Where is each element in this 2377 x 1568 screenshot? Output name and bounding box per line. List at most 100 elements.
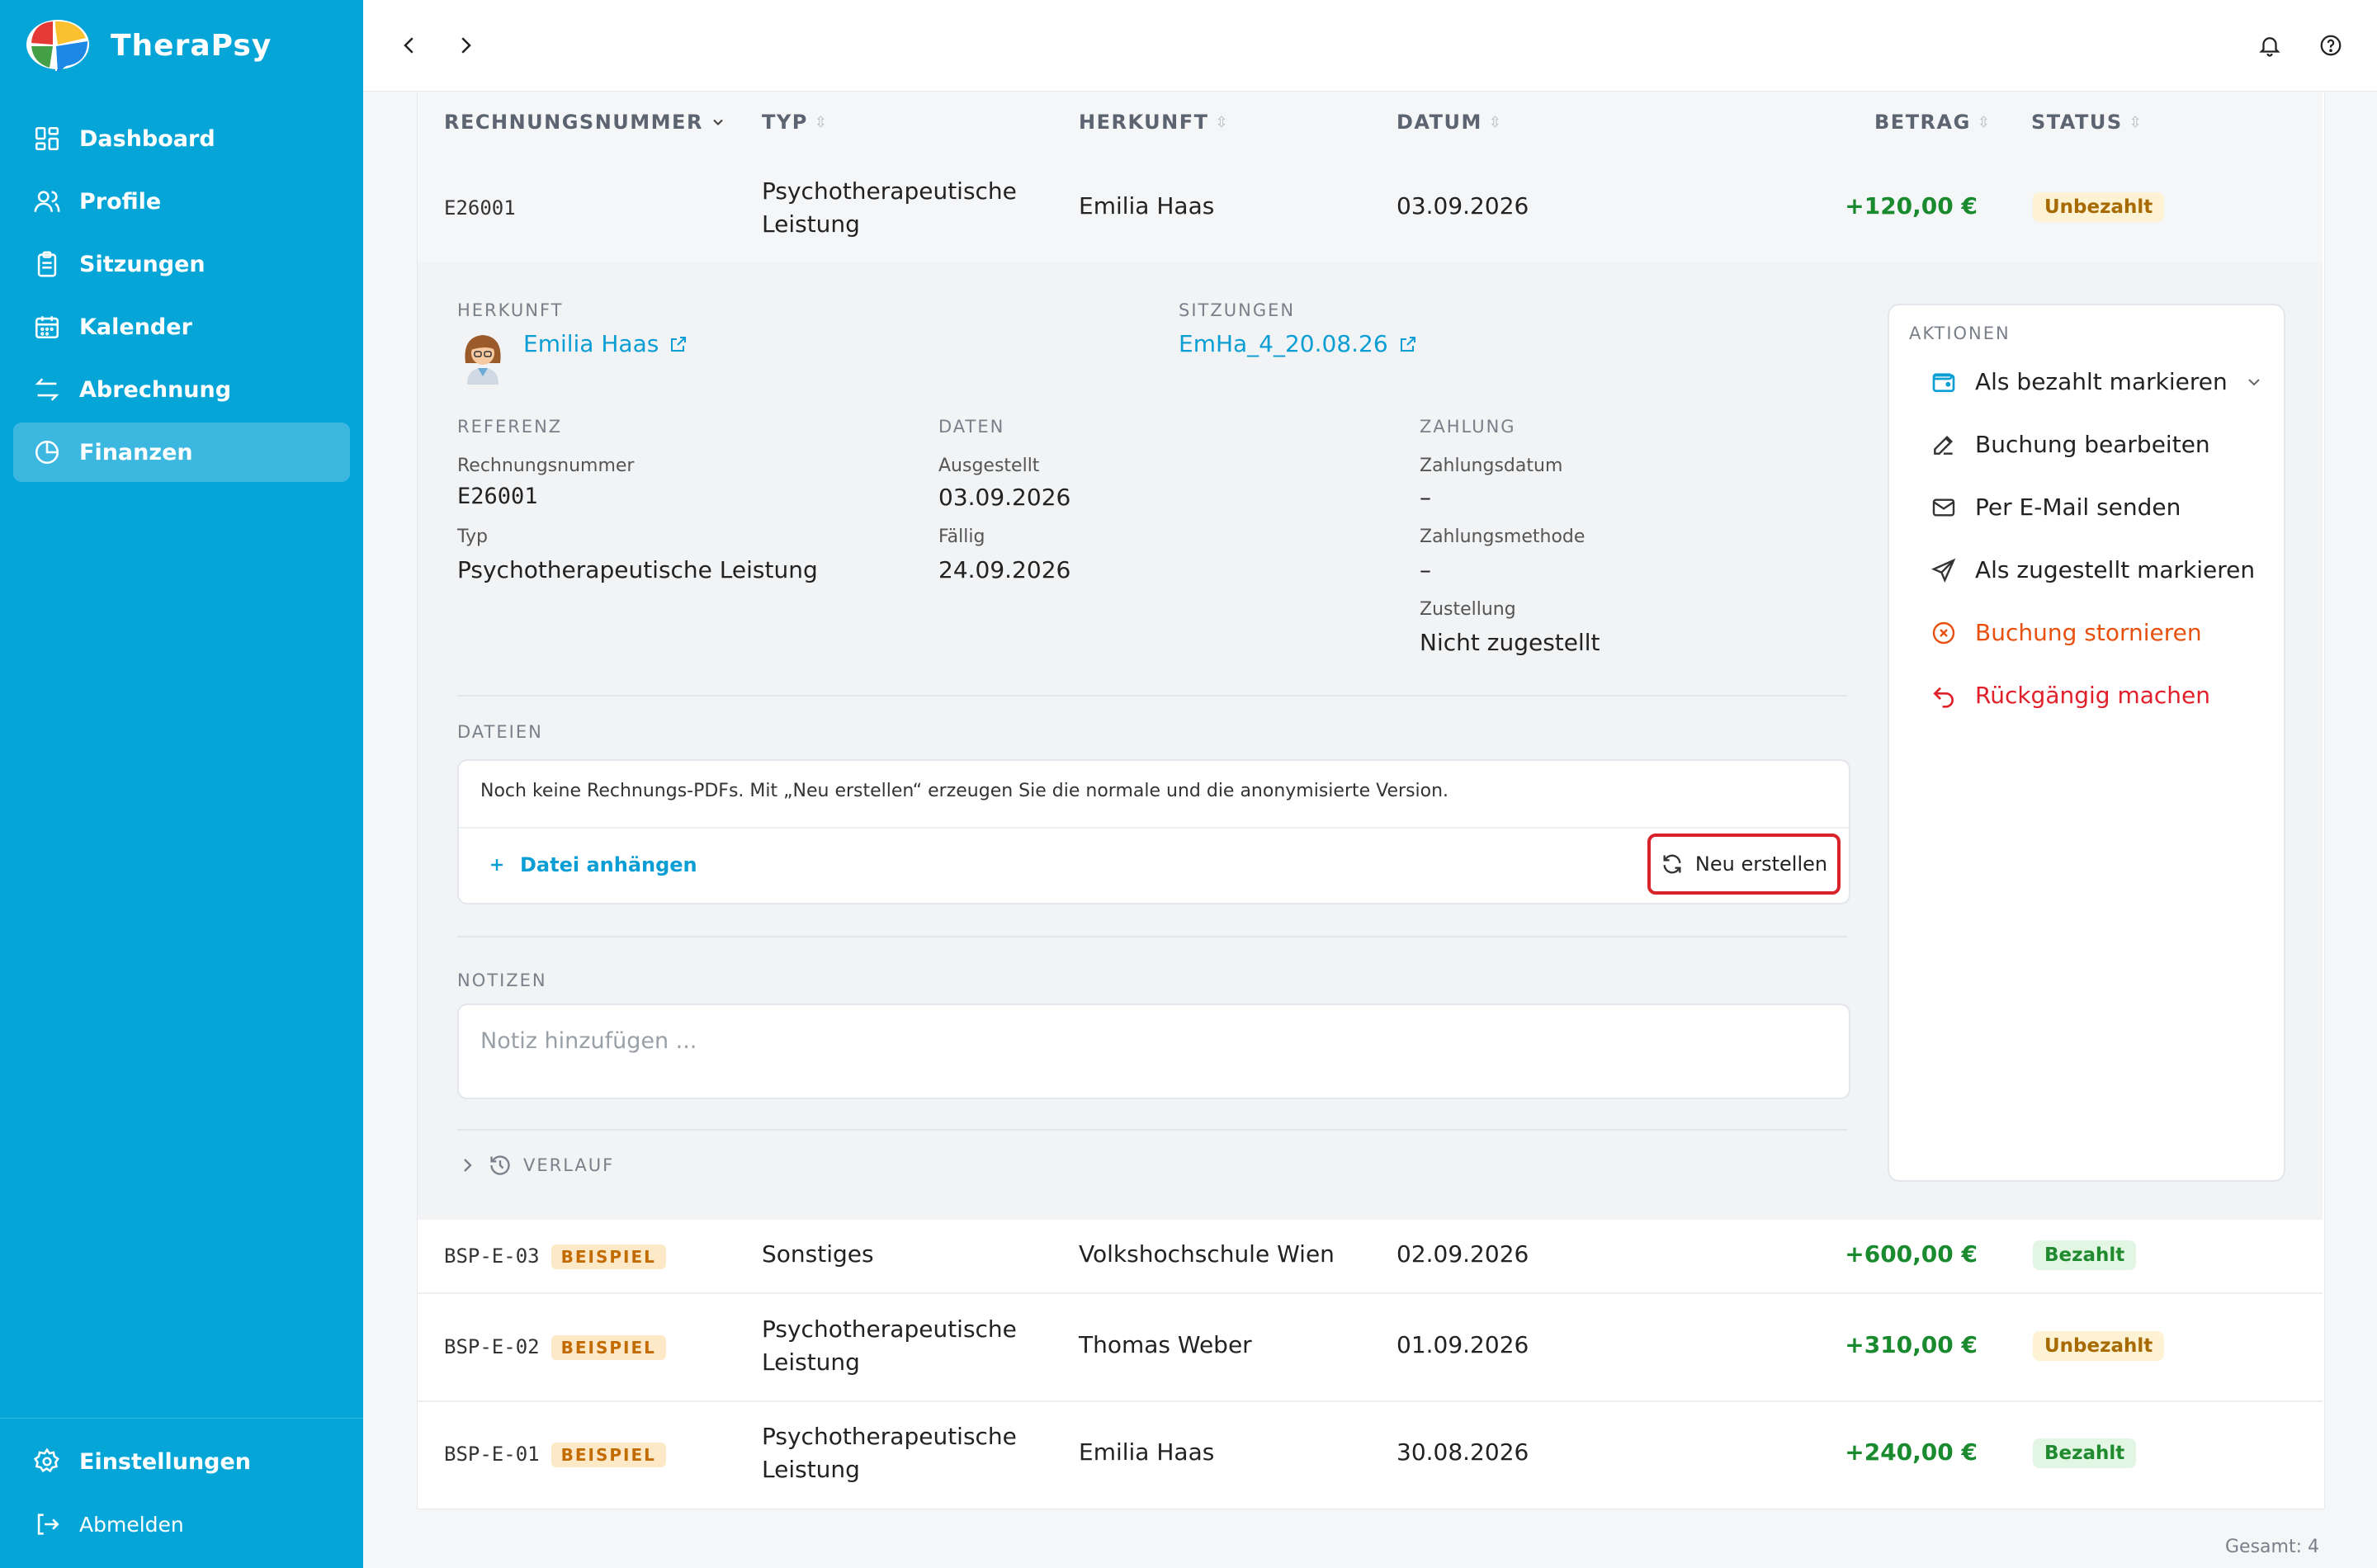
status-badge: Bezahlt <box>2033 1438 2137 1468</box>
status-badge: Unbezahlt <box>2033 1331 2165 1361</box>
external-link-icon <box>1400 336 1415 352</box>
send-email-button[interactable]: Per E-Mail senden <box>1930 494 2181 521</box>
verlauf-label: VERLAUF <box>523 1155 615 1175</box>
notes-input[interactable]: Notiz hinzufügen ... <box>457 1004 1850 1099</box>
app-logo[interactable]: TheraPsy <box>25 17 272 74</box>
sitzung-link[interactable]: EmHa_4_20.08.26 <box>1179 330 1418 357</box>
cancel-booking-button[interactable]: Buchung stornieren <box>1930 619 2202 646</box>
chevron-right-icon <box>461 37 471 54</box>
files-box: Noch keine Rechnungs-PDFs. Mit „Neu erst… <box>457 759 1850 904</box>
typ-line: Leistung <box>762 210 860 238</box>
typ-line: Psychotherapeutische <box>762 1315 1017 1343</box>
herkunft-name: Emilia Haas <box>523 330 659 357</box>
typ-line: Psychotherapeutische <box>762 1423 1017 1450</box>
users-icon <box>34 191 60 212</box>
herkunft-link[interactable]: Emilia Haas <box>523 330 688 357</box>
sidebar-item-einstellungen[interactable]: Einstellungen <box>13 1432 357 1491</box>
rechnungsnummer-value: E26001 <box>457 484 538 509</box>
verlauf-toggle[interactable]: VERLAUF <box>457 1154 614 1177</box>
column-header-rechnungsnummer[interactable]: RECHNUNGSNUMMER <box>444 111 726 134</box>
notifications-button[interactable] <box>2253 29 2286 62</box>
refresh-icon <box>1663 854 1681 874</box>
zahlungsdatum-value: – <box>1420 484 1431 511</box>
chevron-right-icon <box>464 1159 472 1172</box>
sidebar-item-label: Profile <box>79 188 162 215</box>
zahlungsmethode-value: – <box>1420 556 1431 583</box>
sidebar-item-finanzen[interactable]: Finanzen <box>13 423 350 482</box>
cell-typ: Psychotherapeutische Leistung <box>762 1420 1017 1486</box>
cell-herkunft: Emilia Haas <box>1079 1438 1215 1466</box>
cell-typ: Psychotherapeutische Leistung <box>762 175 1017 241</box>
chevron-down-icon[interactable] <box>2244 372 2264 392</box>
sidebar-item-label: Dashboard <box>79 125 215 152</box>
sidebar-item-label: Kalender <box>79 314 192 340</box>
zahlung-label: ZAHLUNG <box>1420 417 1516 437</box>
regenerate-label: Neu erstellen <box>1694 852 1828 876</box>
action-label: Buchung bearbeiten <box>1975 431 2210 458</box>
example-badge: BEISPIEL <box>551 1244 666 1269</box>
divider <box>459 827 1849 829</box>
notizen-label: NOTIZEN <box>457 971 547 990</box>
sidebar-item-kalender[interactable]: Kalender <box>13 297 350 357</box>
help-button[interactable] <box>2314 29 2347 62</box>
sidebar-item-sitzungen[interactable]: Sitzungen <box>13 234 350 294</box>
bell-icon <box>2259 37 2280 57</box>
history-icon <box>490 1155 510 1175</box>
undo-button[interactable]: Rückgängig machen <box>1930 682 2210 709</box>
cell-rechnungsnummer: BSP-E-01 BEISPIEL <box>444 1443 666 1467</box>
header-label: HERKUNFT <box>1079 111 1209 134</box>
forward-button[interactable] <box>449 29 482 62</box>
column-header-datum[interactable]: DATUM ⇳ <box>1396 111 1502 134</box>
sidebar-nav: Dashboard Profile Sitzungen Kalender Abr… <box>13 109 350 485</box>
clipboard-icon <box>37 251 57 277</box>
cell-herkunft: Thomas Weber <box>1079 1331 1252 1358</box>
mark-paid-button[interactable]: Als bezahlt markieren <box>1930 368 2261 395</box>
regenerate-button[interactable]: Neu erstellen <box>1647 834 1841 895</box>
zustellung-label: Zustellung <box>1420 599 1516 620</box>
chevron-down-icon <box>713 119 723 125</box>
cell-datum: 03.09.2026 <box>1396 192 1529 220</box>
action-label: Buchung stornieren <box>1975 619 2202 646</box>
daten-label: DATEN <box>938 417 1005 437</box>
brain-logo-icon <box>26 20 89 73</box>
example-badge: BEISPIEL <box>551 1335 666 1360</box>
cell-herkunft: Volkshochschule Wien <box>1079 1240 1335 1268</box>
invoice-number: BSP-E-03 <box>444 1244 540 1268</box>
cell-betrag: +600,00 € <box>1845 1240 1978 1268</box>
sidebar-item-profile[interactable]: Profile <box>13 172 350 231</box>
sidebar-item-dashboard[interactable]: Dashboard <box>13 109 350 168</box>
sitzungen-label: SITZUNGEN <box>1179 300 1296 320</box>
back-button[interactable] <box>393 29 426 62</box>
sidebar-item-abrechnung[interactable]: Abrechnung <box>13 360 350 419</box>
sidebar-item-label: Sitzungen <box>79 251 206 277</box>
cell-betrag: +240,00 € <box>1845 1438 1978 1466</box>
sitzung-ref: EmHa_4_20.08.26 <box>1179 330 1388 357</box>
sidebar-item-label: Einstellungen <box>79 1448 252 1475</box>
mark-delivered-button[interactable]: Als zugestellt markieren <box>1930 556 2255 583</box>
sidebar-item-label: Abrechnung <box>79 376 232 403</box>
attach-file-button[interactable]: Datei anhängen <box>487 853 697 876</box>
logout-icon <box>37 1514 59 1535</box>
pie-chart-icon <box>35 440 59 465</box>
example-badge: BEISPIEL <box>551 1443 666 1467</box>
header-label: TYP <box>762 111 808 134</box>
column-header-betrag[interactable]: BETRAG ⇳ <box>1874 111 1991 134</box>
header-label: RECHNUNGSNUMMER <box>444 111 703 134</box>
sort-icon: ⇳ <box>1977 113 1992 131</box>
cell-datum: 30.08.2026 <box>1396 1438 1529 1466</box>
gear-icon <box>33 1448 59 1473</box>
grid-icon <box>35 126 59 151</box>
sidebar-item-abmelden[interactable]: Abmelden <box>13 1495 357 1554</box>
action-label: Als bezahlt markieren <box>1975 368 2228 395</box>
column-header-status[interactable]: STATUS ⇳ <box>2031 111 2143 134</box>
edit-booking-button[interactable]: Buchung bearbeiten <box>1930 431 2210 458</box>
cell-betrag: +310,00 € <box>1845 1331 1978 1358</box>
cell-datum: 02.09.2026 <box>1396 1240 1529 1268</box>
arrows-icon <box>35 378 59 401</box>
column-header-herkunft[interactable]: HERKUNFT ⇳ <box>1079 111 1229 134</box>
column-header-typ[interactable]: TYP ⇳ <box>762 111 828 134</box>
total-count: Gesamt: 4 <box>2225 1537 2319 1557</box>
cell-datum: 01.09.2026 <box>1396 1331 1529 1358</box>
undo-icon <box>1933 687 1954 708</box>
attach-file-label: Datei anhängen <box>520 853 697 876</box>
